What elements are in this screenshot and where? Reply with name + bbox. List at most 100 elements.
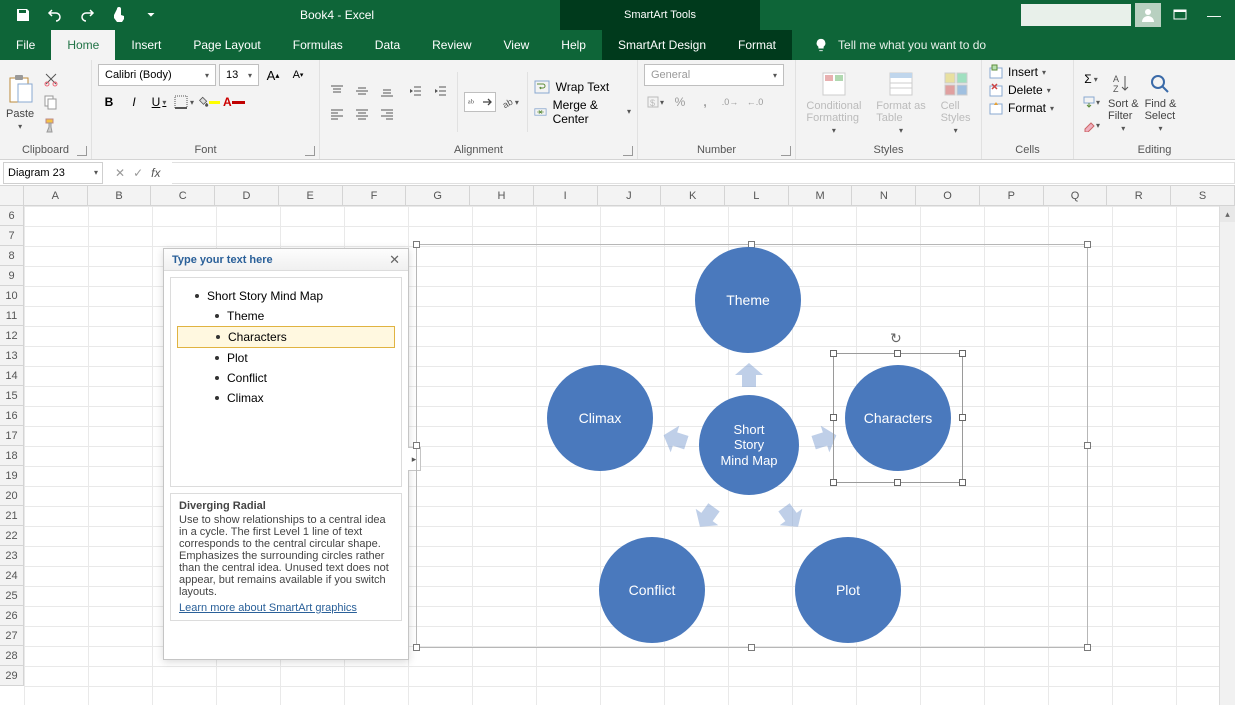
diagram-node-plot[interactable]: Plot (795, 537, 901, 643)
fill-color-icon[interactable] (198, 92, 220, 112)
column-header[interactable]: G (406, 186, 470, 205)
format-cells-button[interactable]: Format▾ (988, 100, 1067, 116)
name-box[interactable]: Diagram 23▾ (3, 162, 103, 184)
tab-format[interactable]: Format (722, 30, 792, 60)
font-color-icon[interactable]: A (223, 92, 245, 112)
undo-icon[interactable] (40, 3, 70, 27)
orientation-icon[interactable]: ab▾ (499, 92, 521, 112)
row-header[interactable]: 10 (0, 286, 24, 306)
tab-view[interactable]: View (488, 30, 546, 60)
column-header[interactable]: F (343, 186, 407, 205)
fill-icon[interactable]: ▾ (1080, 92, 1102, 112)
tab-smartart-design[interactable]: SmartArt Design (602, 30, 722, 60)
conditional-formatting-button[interactable]: Conditional Formatting▾ (806, 70, 861, 135)
row-header[interactable]: 14 (0, 366, 24, 386)
diagram-node-conflict[interactable]: Conflict (599, 537, 705, 643)
resize-handle[interactable] (894, 350, 901, 357)
column-header[interactable]: A (24, 186, 88, 205)
column-header[interactable]: M (789, 186, 853, 205)
text-pane-item[interactable]: Characters (177, 326, 395, 348)
tab-page-layout[interactable]: Page Layout (177, 30, 276, 60)
customize-qat-icon[interactable]: ⏷ (136, 3, 166, 27)
column-header[interactable]: N (852, 186, 916, 205)
column-header[interactable]: B (88, 186, 152, 205)
border-icon[interactable]: ▾ (173, 92, 195, 112)
autosum-icon[interactable]: Σ▾ (1080, 69, 1102, 89)
column-header[interactable]: H (470, 186, 534, 205)
user-avatar[interactable] (1135, 3, 1161, 27)
tab-home[interactable]: Home (51, 30, 115, 60)
decrease-indent-icon[interactable] (404, 81, 426, 101)
align-right-icon[interactable] (376, 104, 398, 124)
row-header[interactable]: 8 (0, 246, 24, 266)
resize-handle[interactable] (959, 414, 966, 421)
merge-center-button[interactable]: Merge & Center ▾ (534, 98, 631, 126)
smartart-object[interactable]: Short Story Mind Map Theme Characters Pl… (416, 244, 1088, 648)
row-header[interactable]: 24 (0, 566, 24, 586)
clipboard-launcher[interactable] (77, 146, 87, 156)
diagram-center-node[interactable]: Short Story Mind Map (699, 395, 799, 495)
worksheet[interactable]: ABCDEFGHIJKLMNOPQRS 67891011121314151617… (0, 186, 1235, 705)
learn-more-link[interactable]: Learn more about SmartArt graphics (179, 602, 357, 614)
row-header[interactable]: 22 (0, 526, 24, 546)
tab-formulas[interactable]: Formulas (277, 30, 359, 60)
column-header[interactable]: S (1171, 186, 1235, 205)
align-bottom-icon[interactable] (376, 81, 398, 101)
diagram-node-climax[interactable]: Climax (547, 365, 653, 471)
increase-indent-icon[interactable] (429, 81, 451, 101)
paste-button[interactable]: Paste ▾ (6, 74, 34, 131)
sort-filter-button[interactable]: AZ Sort & Filter▾ (1108, 72, 1139, 133)
tell-me[interactable]: Tell me what you want to do (792, 30, 986, 60)
column-header[interactable]: Q (1044, 186, 1108, 205)
accounting-icon[interactable]: $▾ (644, 92, 666, 112)
align-middle-icon[interactable] (351, 81, 373, 101)
text-pane-item[interactable]: Short Story Mind Map (177, 286, 395, 306)
column-header[interactable]: J (598, 186, 662, 205)
wrap-text-button[interactable]: Wrap Text (534, 79, 631, 95)
close-icon[interactable]: ✕ (389, 252, 400, 268)
signin-box[interactable] (1021, 4, 1131, 26)
touch-mode-icon[interactable] (104, 3, 134, 27)
rotate-handle-icon[interactable]: ↻ (890, 330, 906, 346)
format-painter-icon[interactable] (40, 115, 62, 135)
resize-handle[interactable] (959, 479, 966, 486)
diagram-node-theme[interactable]: Theme (695, 247, 801, 353)
fx-icon[interactable]: fx (151, 166, 160, 180)
alignment-launcher[interactable] (623, 146, 633, 156)
minimize-icon[interactable]: — (1199, 3, 1229, 27)
format-as-table-button[interactable]: Format as Table▾ (876, 70, 926, 135)
row-header[interactable]: 29 (0, 666, 24, 686)
cancel-formula-icon[interactable]: ✕ (115, 166, 125, 180)
row-header[interactable]: 12 (0, 326, 24, 346)
align-center-icon[interactable] (351, 104, 373, 124)
text-pane-item[interactable]: Conflict (177, 368, 395, 388)
comma-icon[interactable]: , (694, 92, 716, 112)
font-name-combo[interactable]: Calibri (Body)▾ (98, 64, 216, 86)
column-header[interactable]: E (279, 186, 343, 205)
cell-styles-button[interactable]: Cell Styles▾ (941, 70, 971, 135)
row-header[interactable]: 19 (0, 466, 24, 486)
resize-handle[interactable] (959, 350, 966, 357)
decrease-font-icon[interactable]: A▾ (287, 65, 309, 85)
tab-help[interactable]: Help (545, 30, 602, 60)
text-pane-item[interactable]: Theme (177, 306, 395, 326)
row-header[interactable]: 23 (0, 546, 24, 566)
column-header[interactable]: I (534, 186, 598, 205)
column-header[interactable]: O (916, 186, 980, 205)
italic-icon[interactable]: I (123, 92, 145, 112)
row-header[interactable]: 7 (0, 226, 24, 246)
clear-icon[interactable]: ▾ (1080, 115, 1102, 135)
row-header[interactable]: 11 (0, 306, 24, 326)
save-icon[interactable] (8, 3, 38, 27)
row-header[interactable]: 15 (0, 386, 24, 406)
text-direction-icon[interactable]: ᵃᵇ (464, 92, 496, 112)
font-launcher[interactable] (305, 146, 315, 156)
formula-input[interactable] (172, 162, 1235, 184)
tab-data[interactable]: Data (359, 30, 416, 60)
row-header[interactable]: 20 (0, 486, 24, 506)
text-pane-list[interactable]: Short Story Mind MapThemeCharactersPlotC… (170, 277, 402, 487)
column-header[interactable]: D (215, 186, 279, 205)
scroll-up-icon[interactable]: ▴ (1220, 206, 1235, 222)
row-header[interactable]: 18 (0, 446, 24, 466)
row-header[interactable]: 17 (0, 426, 24, 446)
